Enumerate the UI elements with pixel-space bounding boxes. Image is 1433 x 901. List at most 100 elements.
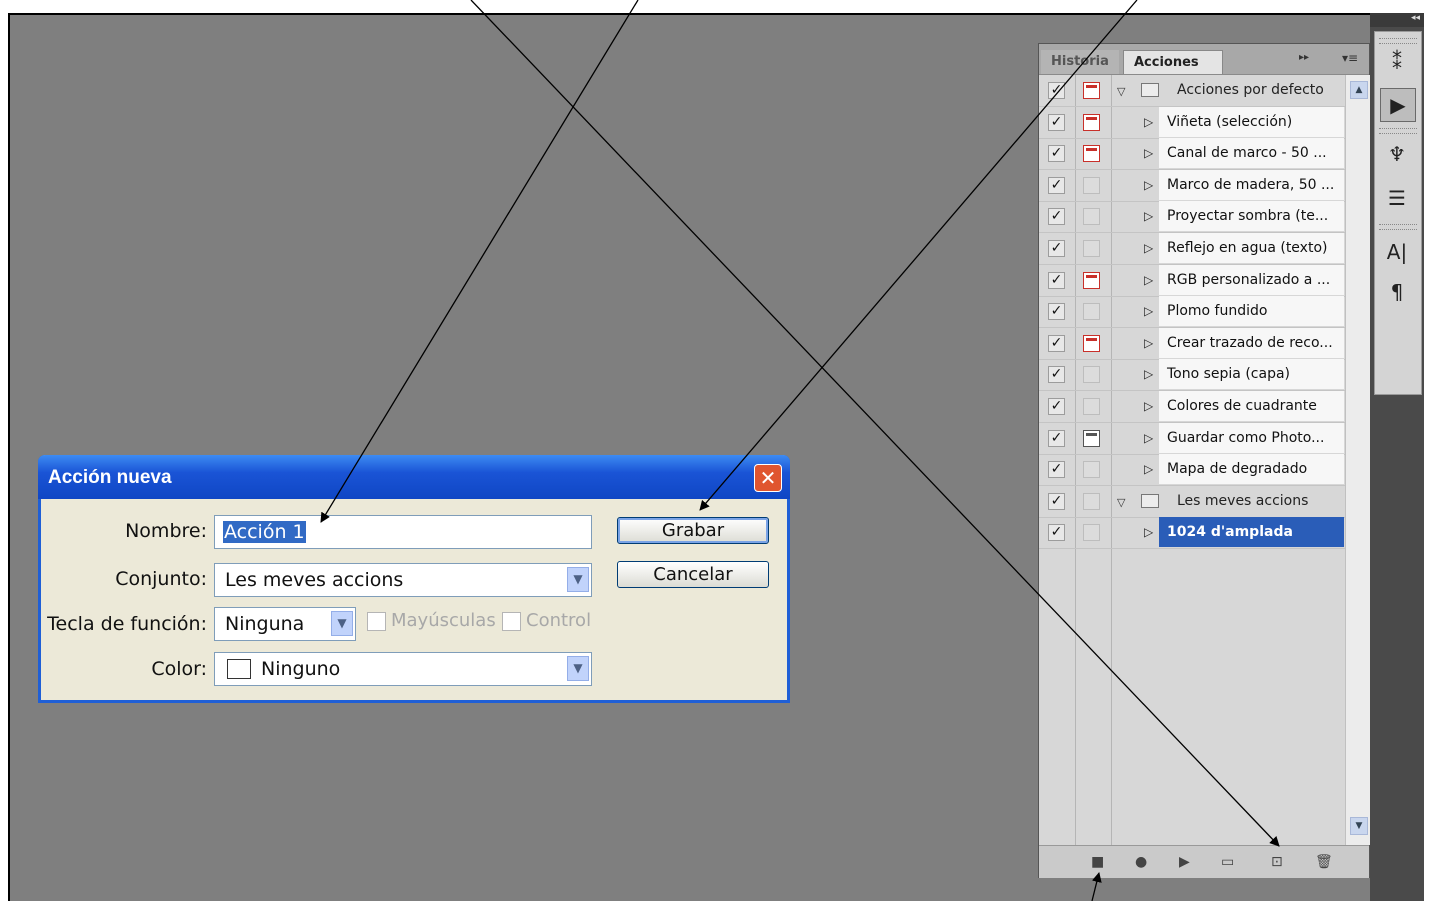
toggle-checkbox[interactable]: ✓ (1048, 429, 1065, 447)
dialog-toggle-icon[interactable] (1083, 334, 1100, 352)
toggle-checkbox[interactable]: ✓ (1048, 492, 1065, 510)
actions-scrollbar[interactable]: ▲ ▼ (1345, 75, 1370, 845)
toggle-checkbox[interactable]: ✓ (1048, 303, 1065, 321)
collapse-triangle-icon[interactable]: ▷ (1144, 178, 1153, 192)
trash-icon[interactable]: 🗑 (1315, 854, 1333, 870)
color-select[interactable]: Ninguno ▼ (214, 652, 592, 686)
dialog-toggle-icon[interactable] (1083, 492, 1100, 510)
toggle-checkbox[interactable]: ✓ (1048, 334, 1065, 352)
play-icon[interactable]: ▶ (1179, 854, 1190, 870)
dock-grip[interactable] (1379, 38, 1417, 44)
action-row[interactable]: ✓ ▷ Tono sepia (capa) (1039, 359, 1345, 392)
layer-comps-icon[interactable]: ☰ (1380, 182, 1414, 214)
chevron-down-icon[interactable]: ▼ (567, 656, 589, 681)
close-icon[interactable]: ✕ (754, 464, 782, 492)
record-button[interactable]: Grabar (617, 517, 769, 544)
expand-triangle-icon[interactable]: ▽ (1117, 85, 1125, 98)
action-row[interactable]: ✓ ▷ Viñeta (selección) (1039, 106, 1345, 139)
toggle-checkbox[interactable]: ✓ (1048, 176, 1065, 194)
toggle-checkbox[interactable]: ✓ (1048, 366, 1065, 384)
panel-menu-icon[interactable]: ▾≡ (1342, 51, 1358, 65)
new-action-icon[interactable]: ⊡ (1271, 854, 1283, 870)
stop-recording-icon[interactable]: ■ (1091, 854, 1104, 870)
dialog-toggle-icon[interactable] (1083, 271, 1100, 289)
toggle-checkbox[interactable]: ✓ (1048, 208, 1065, 226)
action-row[interactable]: ✓ ▷ 1024 d'amplada (1039, 517, 1345, 550)
collapse-triangle-icon[interactable]: ▷ (1144, 367, 1153, 381)
collapse-icon[interactable]: ◂◂ (1411, 13, 1420, 23)
dialog-toggle-icon[interactable] (1083, 208, 1100, 226)
cancel-button[interactable]: Cancelar (617, 561, 769, 588)
collapse-triangle-icon[interactable]: ▷ (1144, 525, 1153, 539)
name-field[interactable]: Acción 1 (214, 515, 592, 549)
collapse-triangle-icon[interactable]: ▷ (1144, 273, 1153, 287)
new-set-icon[interactable]: ▭ (1221, 854, 1234, 870)
chevron-down-icon[interactable]: ▼ (331, 611, 353, 636)
dialog-toggle-icon[interactable] (1083, 461, 1100, 479)
paragraph-panel-icon[interactable]: ¶ (1380, 276, 1414, 308)
dock-collapse-bar[interactable]: ◂◂ (1370, 13, 1424, 27)
dialog-toggle-icon[interactable] (1083, 240, 1100, 257)
dialog-toggle-icon[interactable] (1083, 429, 1100, 447)
collapse-triangle-icon[interactable]: ▷ (1144, 462, 1153, 476)
action-set-row[interactable]: ✓ ▽ Les meves accions (1039, 486, 1345, 518)
dock-grip[interactable] (1379, 128, 1417, 134)
swatches-panel-icon[interactable]: ⁑ (1380, 46, 1414, 78)
toggle-checkbox[interactable]: ✓ (1048, 82, 1065, 99)
folder-icon (1141, 493, 1159, 508)
record-icon[interactable]: ● (1135, 854, 1147, 870)
scroll-up-icon[interactable]: ▲ (1350, 81, 1368, 99)
collapse-panel-icon[interactable]: ▸▸ (1299, 52, 1309, 63)
set-value: Les meves accions (225, 569, 404, 591)
tool-presets-icon[interactable]: ♆ (1380, 138, 1414, 170)
collapse-triangle-icon[interactable]: ▷ (1144, 336, 1153, 350)
dock-grip[interactable] (1379, 224, 1417, 230)
action-set-row[interactable]: ✓ ▽ Acciones por defecto (1039, 75, 1345, 107)
action-row[interactable]: ✓ ▷ Colores de cuadrante (1039, 391, 1345, 423)
toggle-checkbox[interactable]: ✓ (1048, 461, 1065, 479)
dialog-toggle-icon[interactable] (1083, 366, 1100, 384)
set-select[interactable]: Les meves accions ▼ (214, 563, 592, 597)
dialog-toggle-icon[interactable] (1083, 113, 1100, 131)
action-row[interactable]: ✓ ▷ Proyectar sombra (te... (1039, 201, 1345, 234)
collapse-triangle-icon[interactable]: ▷ (1144, 115, 1153, 129)
action-row[interactable]: ✓ ▷ Marco de madera, 50 ... (1039, 169, 1345, 202)
scroll-down-icon[interactable]: ▼ (1350, 817, 1368, 835)
collapse-triangle-icon[interactable]: ▷ (1144, 209, 1153, 223)
action-row[interactable]: ✓ ▷ Canal de marco - 50 ... (1039, 138, 1345, 171)
dialog-toggle-icon[interactable] (1083, 145, 1100, 163)
action-row[interactable]: ✓ ▷ Reflejo en agua (texto) (1039, 233, 1345, 265)
actions-panel-icon[interactable]: ▶ (1380, 88, 1416, 122)
action-row[interactable]: ✓ ▷ Mapa de degradado (1039, 454, 1345, 487)
toggle-checkbox[interactable]: ✓ (1048, 113, 1065, 131)
collapse-triangle-icon[interactable]: ▷ (1144, 241, 1153, 255)
toggle-checkbox[interactable]: ✓ (1048, 240, 1065, 257)
dialog-titlebar[interactable]: Acción nueva ✕ (38, 455, 790, 499)
toggle-checkbox[interactable]: ✓ (1048, 398, 1065, 415)
collapse-triangle-icon[interactable]: ▷ (1144, 399, 1153, 413)
action-row[interactable]: ✓ ▷ RGB personalizado a ... (1039, 264, 1345, 297)
control-checkbox[interactable] (502, 612, 521, 631)
collapse-triangle-icon[interactable]: ▷ (1144, 304, 1153, 318)
dialog-toggle-icon[interactable] (1083, 82, 1100, 99)
action-row[interactable]: ✓ ▷ Crear trazado de reco... (1039, 327, 1345, 360)
shift-checkbox[interactable] (367, 612, 386, 631)
dialog-toggle-icon[interactable] (1083, 303, 1100, 321)
dialog-toggle-icon[interactable] (1083, 524, 1100, 542)
toggle-checkbox[interactable]: ✓ (1048, 271, 1065, 289)
action-row[interactable]: ✓ ▷ Guardar como Photo... (1039, 422, 1345, 455)
collapse-triangle-icon[interactable]: ▷ (1144, 146, 1153, 160)
chevron-down-icon[interactable]: ▼ (567, 567, 589, 592)
dialog-toggle-icon[interactable] (1083, 176, 1100, 194)
new-action-dialog: Acción nueva ✕ Nombre: Acción 1 Conjunto… (38, 455, 790, 703)
action-row[interactable]: ✓ ▷ Plomo fundido (1039, 296, 1345, 329)
toggle-checkbox[interactable]: ✓ (1048, 524, 1065, 542)
collapse-triangle-icon[interactable]: ▷ (1144, 431, 1153, 445)
toggle-checkbox[interactable]: ✓ (1048, 145, 1065, 163)
dialog-toggle-icon[interactable] (1083, 398, 1100, 415)
tab-actions[interactable]: Acciones (1123, 50, 1223, 74)
character-panel-icon[interactable]: A| (1380, 236, 1414, 268)
function-key-select[interactable]: Ninguna ▼ (214, 607, 356, 641)
expand-triangle-icon[interactable]: ▽ (1117, 496, 1125, 509)
tab-history[interactable]: Historia (1041, 50, 1119, 74)
